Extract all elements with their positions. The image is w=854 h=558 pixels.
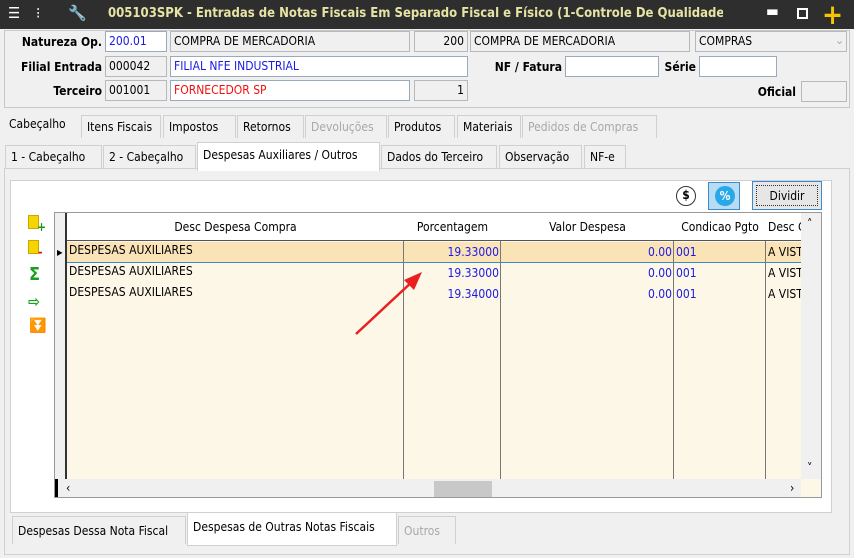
- menu-icon[interactable]: ☰: [8, 4, 20, 22]
- move-down-icon[interactable]: ⏬: [29, 318, 46, 334]
- plus-icon[interactable]: +: [822, 0, 843, 31]
- minimize-icon[interactable]: ▬: [766, 2, 779, 20]
- current-row-pointer-icon: ▶: [57, 248, 63, 257]
- nf-field[interactable]: [565, 56, 659, 77]
- percent-button[interactable]: %: [708, 182, 740, 210]
- annotation-arrow: [355, 272, 422, 335]
- dividir-button[interactable]: Dividir: [752, 181, 822, 210]
- tab-itens-fiscais[interactable]: Itens Fiscais: [81, 115, 161, 138]
- chevron-down-icon: ⌄: [834, 33, 844, 47]
- tab-cabecalho[interactable]: Cabeçalho: [4, 113, 77, 139]
- terceiro-label: Terceiro: [53, 84, 102, 98]
- percent-icon: %: [715, 186, 735, 206]
- filial-label: Filial Entrada: [20, 60, 102, 74]
- serie-label: Série: [664, 60, 696, 74]
- window-title: 005103SPK - Entradas de Notas Fiscais Em…: [108, 6, 723, 21]
- tab-devolucoes: Devoluções: [305, 115, 387, 138]
- tipo-value: COMPRAS: [699, 34, 753, 48]
- horizontal-scrollbar[interactable]: ‹ ›: [55, 479, 801, 497]
- scroll-right-icon[interactable]: ›: [790, 481, 794, 495]
- add-row-icon[interactable]: +: [28, 215, 46, 234]
- subtab-1-cabecalho[interactable]: 1 - Cabeçalho: [5, 145, 102, 168]
- grid-cell[interactable]: 001: [674, 242, 766, 263]
- remove-row-icon[interactable]: -: [28, 240, 42, 259]
- scroll-left-icon[interactable]: ‹: [66, 481, 70, 495]
- natureza-code-field[interactable]: 200.01: [105, 31, 167, 52]
- scroll-thumb[interactable]: [434, 481, 492, 497]
- grid-cell[interactable]: 0.00: [501, 284, 674, 305]
- maximize-icon[interactable]: [797, 8, 808, 19]
- export-icon[interactable]: ⇨: [28, 292, 40, 311]
- traffic-light-icon[interactable]: ⁝: [36, 4, 40, 22]
- serie-field[interactable]: [699, 56, 777, 77]
- natureza-label: Natureza Op.: [21, 35, 102, 49]
- wrench-icon[interactable]: 🔧: [68, 4, 87, 22]
- oficial-label: Oficial: [757, 85, 796, 99]
- grid-cell[interactable]: A VISTA: [766, 263, 801, 284]
- nf-label: NF / Fatura: [494, 60, 562, 74]
- col-header-condicao[interactable]: Condicao Pgto: [674, 213, 766, 241]
- sum-icon[interactable]: Σ: [29, 264, 40, 285]
- dividir-label: Dividir: [756, 185, 818, 206]
- subtab-nfe[interactable]: NF-e: [584, 145, 626, 168]
- col-header-desc[interactable]: Desc Despesa Compra: [67, 213, 404, 241]
- tipo-select[interactable]: COMPRAS ⌄: [695, 31, 847, 52]
- subtab-despesas-auxiliares[interactable]: Despesas Auxiliares / Outros: [197, 142, 380, 171]
- scroll-down-icon[interactable]: ˅: [807, 461, 812, 475]
- scroll-up-icon[interactable]: ˄: [807, 217, 812, 231]
- bottom-tab-despesas-outras-notas[interactable]: Despesas de Outras Notas Fiscais: [187, 513, 397, 546]
- dollar-icon[interactable]: $: [676, 186, 696, 206]
- filial-desc-field[interactable]: FILIAL NFE INDUSTRIAL: [170, 56, 468, 77]
- vertical-scrollbar[interactable]: ˄ ˅: [801, 213, 821, 479]
- col-header-desc-cond[interactable]: Desc C: [766, 213, 801, 241]
- subtab-observacao[interactable]: Observação: [499, 145, 582, 168]
- col-header-valor[interactable]: Valor Despesa: [501, 213, 674, 241]
- desc2-field: COMPRA DE MERCADORIA: [470, 31, 690, 52]
- oficial-field[interactable]: [801, 81, 847, 102]
- grid-cell[interactable]: 001: [674, 284, 766, 305]
- bottom-tab-despesas-dessa-nota[interactable]: Despesas Dessa Nota Fiscal: [12, 516, 186, 544]
- col-header-porcentagem[interactable]: Porcentagem: [404, 213, 501, 241]
- despesas-grid: ▶ Desc Despesa Compra Porcentagem Valor …: [54, 212, 822, 498]
- subtab-2-cabecalho[interactable]: 2 - Cabeçalho: [103, 145, 196, 168]
- subtab-dados-terceiro[interactable]: Dados do Terceiro: [381, 145, 497, 168]
- tab-materiais[interactable]: Materiais: [457, 115, 521, 138]
- tab-retornos[interactable]: Retornos: [237, 115, 304, 138]
- terceiro-desc-field[interactable]: FORNECEDOR SP: [170, 80, 410, 101]
- grid-cell[interactable]: A VISTA: [766, 242, 801, 263]
- terceiro-num-field[interactable]: 1: [414, 80, 468, 101]
- tab-impostos[interactable]: Impostos: [163, 115, 236, 138]
- bottom-tab-outros: Outros: [398, 516, 456, 544]
- tab-produtos[interactable]: Produtos: [388, 115, 455, 138]
- grid-cell[interactable]: 001: [674, 263, 766, 284]
- grid-cell[interactable]: 0.00: [501, 242, 674, 263]
- filial-code-field[interactable]: 000042: [105, 56, 167, 77]
- terceiro-code-field[interactable]: 001001: [105, 80, 167, 101]
- natureza-desc-field: COMPRA DE MERCADORIA: [170, 31, 410, 52]
- grid-cell[interactable]: A VISTA: [766, 284, 801, 305]
- grid-cell[interactable]: 0.00: [501, 263, 674, 284]
- code2-field[interactable]: 200: [414, 31, 468, 52]
- tab-pedidos-compras: Pedidos de Compras: [522, 115, 657, 138]
